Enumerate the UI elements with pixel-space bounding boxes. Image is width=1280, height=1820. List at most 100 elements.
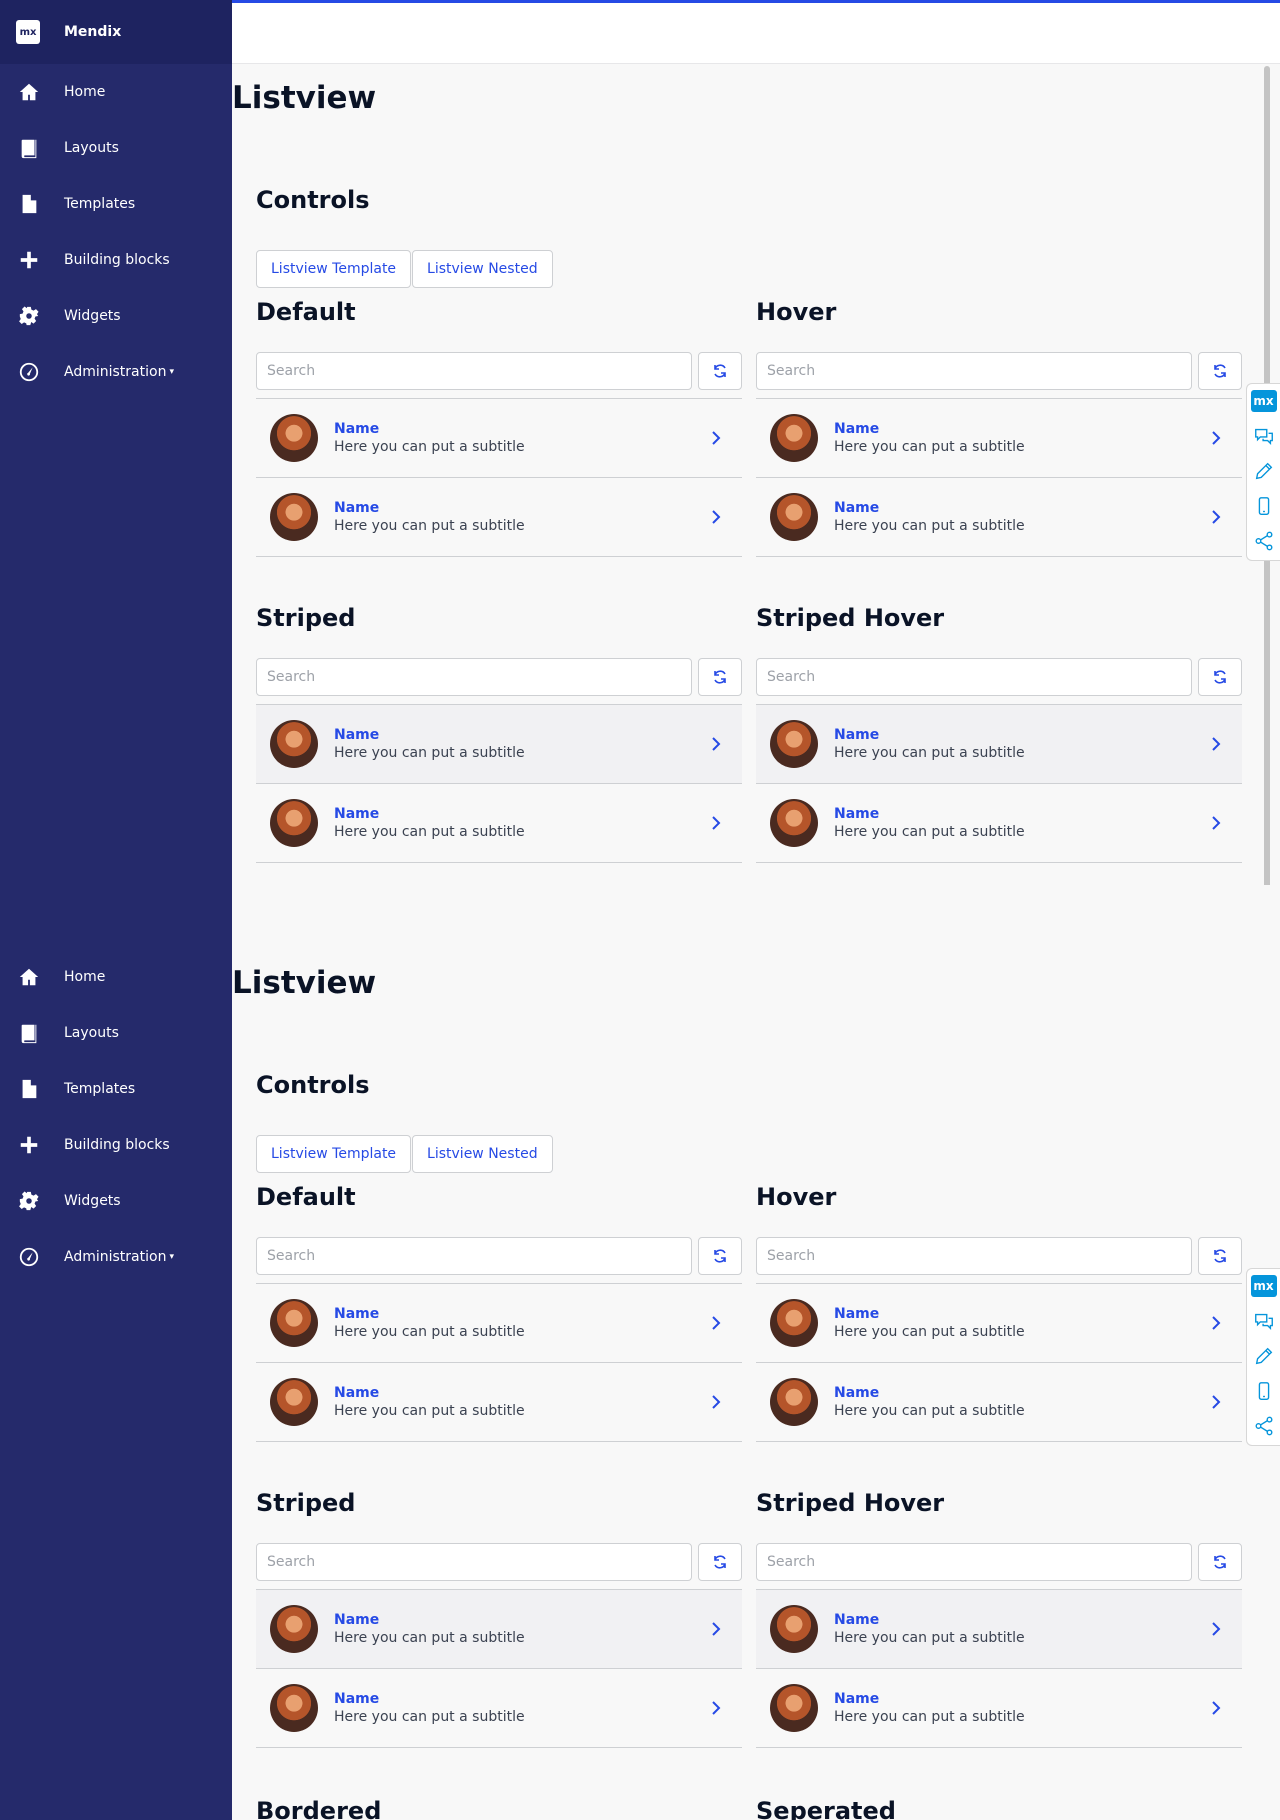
sidebar-item-templates[interactable]: Templates	[0, 1061, 232, 1117]
list-item-name: Name	[334, 1306, 380, 1322]
list-item[interactable]: Name Here you can put a subtitle	[756, 784, 1242, 863]
search-bar	[256, 1543, 742, 1581]
list-item-subtitle: Here you can put a subtitle	[834, 439, 1025, 455]
list-item[interactable]: Name Here you can put a subtitle	[756, 1363, 1242, 1442]
page-title: Listview	[232, 965, 377, 1001]
sidebar-item-home[interactable]: Home	[0, 949, 232, 1005]
search-input[interactable]	[256, 1543, 692, 1581]
sidebar-item-templates[interactable]: Templates	[0, 176, 232, 232]
chevron-right-icon[interactable]	[1208, 509, 1224, 525]
search-input[interactable]	[256, 658, 692, 696]
list-item[interactable]: Name Here you can put a subtitle	[256, 1363, 742, 1442]
search-input[interactable]	[756, 1237, 1192, 1275]
list-item[interactable]: Name Here you can put a subtitle	[756, 1284, 1242, 1363]
chevron-right-icon[interactable]	[708, 1315, 724, 1331]
avatar	[770, 414, 818, 462]
chat-icon[interactable]	[1253, 1310, 1275, 1332]
refresh-button[interactable]	[698, 352, 742, 390]
sidebar-item-administration[interactable]: Administration ▾	[0, 344, 232, 400]
mobile-icon[interactable]	[1253, 1380, 1275, 1402]
chevron-right-icon[interactable]	[708, 1621, 724, 1637]
list-item[interactable]: Name Here you can put a subtitle	[756, 1590, 1242, 1669]
block-title: Default	[256, 1183, 356, 1211]
main-content: Listview Controls Listview Template List…	[232, 949, 1280, 1820]
sidebar-item-building-blocks[interactable]: Building blocks	[0, 232, 232, 288]
search-input[interactable]	[756, 1543, 1192, 1581]
chevron-right-icon[interactable]	[1208, 1315, 1224, 1331]
search-input[interactable]	[256, 1237, 692, 1275]
list-item[interactable]: Name Here you can put a subtitle	[256, 1590, 742, 1669]
refresh-button[interactable]	[698, 658, 742, 696]
list-item[interactable]: Name Here you can put a subtitle	[256, 705, 742, 784]
devtools-logo[interactable]: mx	[1250, 390, 1277, 412]
chevron-right-icon[interactable]	[708, 736, 724, 752]
list-item-name: Name	[834, 500, 880, 516]
sidebar-item-label: Administration	[64, 1249, 167, 1265]
devtools-logo[interactable]: mx	[1250, 1275, 1277, 1297]
refresh-icon	[1212, 1554, 1228, 1570]
sidebar-item-building-blocks[interactable]: Building blocks	[0, 1117, 232, 1173]
pencil-icon[interactable]	[1253, 1345, 1275, 1367]
chevron-right-icon[interactable]	[708, 430, 724, 446]
refresh-button[interactable]	[1198, 352, 1242, 390]
share-icon[interactable]	[1253, 1415, 1275, 1437]
pencil-icon[interactable]	[1253, 460, 1275, 482]
chevron-right-icon[interactable]	[708, 1700, 724, 1716]
list-item[interactable]: Name Here you can put a subtitle	[256, 784, 742, 863]
avatar	[770, 1684, 818, 1732]
list-item-text: Name Here you can put a subtitle	[334, 500, 525, 534]
mobile-icon[interactable]	[1253, 495, 1275, 517]
avatar	[770, 799, 818, 847]
topbar	[232, 0, 1280, 64]
refresh-icon	[712, 363, 728, 379]
chevron-right-icon[interactable]	[1208, 430, 1224, 446]
sidebar-item-layouts[interactable]: Layouts	[0, 1005, 232, 1061]
listview-template-button[interactable]: Listview Template	[256, 250, 412, 288]
list-item[interactable]: Name Here you can put a subtitle	[756, 478, 1242, 557]
chevron-right-icon[interactable]	[1208, 1700, 1224, 1716]
refresh-button[interactable]	[698, 1543, 742, 1581]
refresh-button[interactable]	[1198, 1543, 1242, 1581]
list-item-text: Name Here you can put a subtitle	[834, 500, 1025, 534]
list-item[interactable]: Name Here you can put a subtitle	[256, 478, 742, 557]
sidebar-item-widgets[interactable]: Widgets	[0, 1173, 232, 1229]
list-item-subtitle: Here you can put a subtitle	[334, 1403, 525, 1419]
listview-nested-button[interactable]: Listview Nested	[412, 250, 553, 288]
sidebar-item-layouts[interactable]: Layouts	[0, 120, 232, 176]
block-title-seperated: Seperated	[756, 1797, 896, 1820]
sidebar-item-label: Administration	[64, 364, 167, 380]
refresh-icon	[712, 1248, 728, 1264]
listview-template-button[interactable]: Listview Template	[256, 1135, 412, 1173]
list-item[interactable]: Name Here you can put a subtitle	[256, 399, 742, 478]
sidebar-item-administration[interactable]: Administration ▾	[0, 1229, 232, 1285]
brand[interactable]: mx Mendix	[0, 0, 232, 64]
chat-icon[interactable]	[1253, 425, 1275, 447]
chevron-right-icon[interactable]	[1208, 736, 1224, 752]
chevron-right-icon[interactable]	[1208, 815, 1224, 831]
list-item[interactable]: Name Here you can put a subtitle	[256, 1284, 742, 1363]
file-icon	[22, 1079, 37, 1099]
list-item-name: Name	[834, 727, 880, 743]
search-input[interactable]	[756, 658, 1192, 696]
refresh-button[interactable]	[698, 1237, 742, 1275]
search-input[interactable]	[256, 352, 692, 390]
list-item[interactable]: Name Here you can put a subtitle	[256, 1669, 742, 1748]
refresh-button[interactable]	[1198, 658, 1242, 696]
avatar	[270, 414, 318, 462]
list-item[interactable]: Name Here you can put a subtitle	[756, 1669, 1242, 1748]
search-input[interactable]	[756, 352, 1192, 390]
listview-nested-button[interactable]: Listview Nested	[412, 1135, 553, 1173]
sidebar-item-widgets[interactable]: Widgets	[0, 288, 232, 344]
chevron-right-icon[interactable]	[708, 509, 724, 525]
book-icon	[21, 1024, 37, 1044]
list-item[interactable]: Name Here you can put a subtitle	[756, 399, 1242, 478]
chevron-right-icon[interactable]	[1208, 1621, 1224, 1637]
refresh-button[interactable]	[1198, 1237, 1242, 1275]
list-item[interactable]: Name Here you can put a subtitle	[756, 705, 1242, 784]
chevron-right-icon[interactable]	[1208, 1394, 1224, 1410]
chevron-right-icon[interactable]	[708, 815, 724, 831]
share-icon[interactable]	[1253, 530, 1275, 552]
list: Name Here you can put a subtitle Name He…	[256, 704, 742, 863]
chevron-right-icon[interactable]	[708, 1394, 724, 1410]
sidebar-item-home[interactable]: Home	[0, 64, 232, 120]
